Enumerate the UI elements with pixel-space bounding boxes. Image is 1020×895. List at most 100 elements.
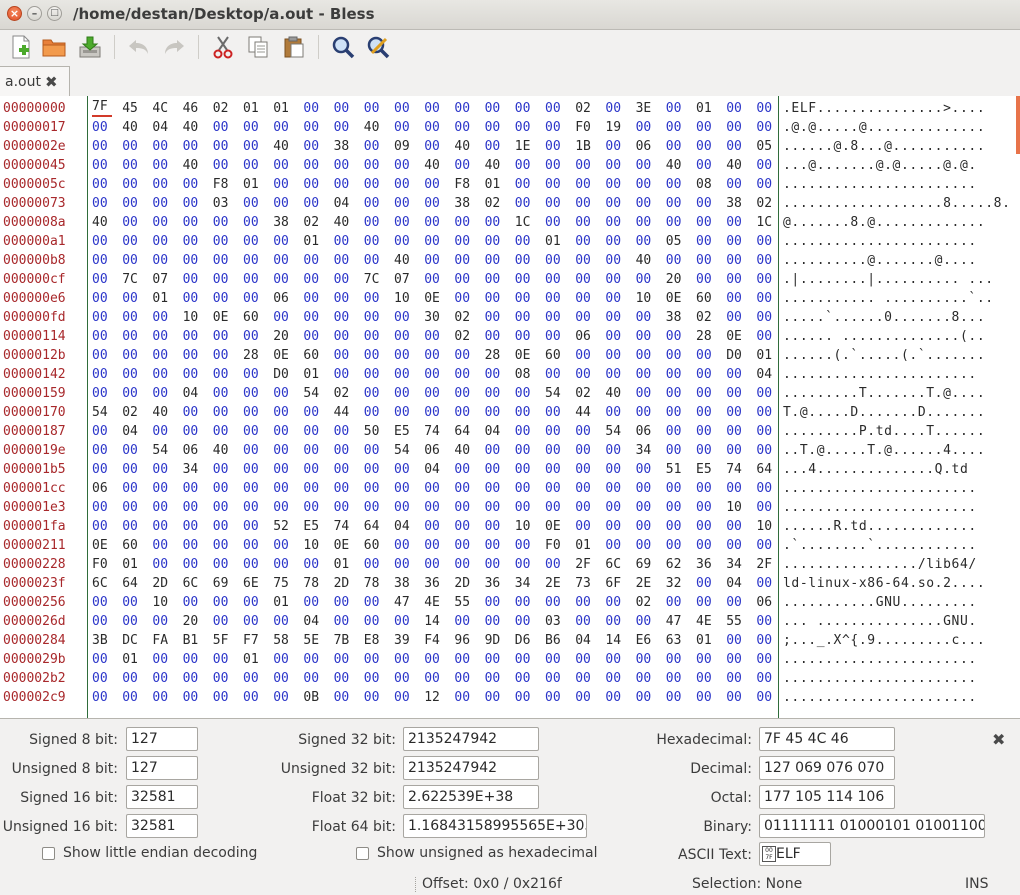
hex-byte[interactable]: 00 [364, 156, 384, 175]
hex-byte[interactable]: 00 [756, 384, 776, 403]
hex-byte[interactable]: 00 [605, 213, 625, 232]
hex-byte[interactable]: 04 [303, 612, 323, 631]
hex-byte[interactable]: F0 [575, 118, 595, 137]
hex-byte[interactable]: 00 [122, 593, 142, 612]
hexadecimal-field[interactable]: 7F 45 4C 46 [759, 727, 895, 751]
hex-byte[interactable]: 00 [756, 574, 776, 593]
hex-byte[interactable]: 00 [92, 669, 112, 688]
hex-byte[interactable]: 2D [152, 574, 172, 593]
hex-byte[interactable]: 10 [303, 536, 323, 555]
hex-byte[interactable]: 00 [364, 479, 384, 498]
paste-button[interactable] [280, 33, 308, 61]
hex-byte[interactable]: 00 [605, 403, 625, 422]
hex-row[interactable]: 7F 45 4C 46 02 01 01 00 00 00 00 00 00 00 00 00 02 00 3E 00… [92, 99, 777, 118]
hex-byte[interactable]: 03 [213, 194, 233, 213]
hex-byte[interactable]: 00 [726, 213, 746, 232]
hex-byte[interactable]: 00 [515, 156, 535, 175]
hex-byte[interactable]: 00 [756, 669, 776, 688]
hex-byte[interactable]: 00 [485, 118, 505, 137]
hex-byte[interactable]: 7C [364, 270, 384, 289]
hex-byte[interactable]: 00 [605, 251, 625, 270]
hex-byte[interactable]: 00 [183, 365, 203, 384]
hex-byte[interactable]: 00 [485, 270, 505, 289]
hex-byte[interactable]: 00 [485, 688, 505, 707]
hex-row[interactable]: 00 7C 07 00 00 00 00 00 00 7C 07 00 00 00 00 00 00 00 00 20… [92, 270, 777, 289]
hex-byte[interactable]: 00 [696, 403, 716, 422]
hex-byte[interactable]: 00 [243, 498, 263, 517]
hex-byte[interactable]: 00 [273, 384, 293, 403]
hex-byte[interactable]: 1E [515, 137, 535, 156]
hex-byte[interactable]: 64 [756, 460, 776, 479]
hex-byte[interactable]: 00 [726, 517, 746, 536]
hex-byte[interactable]: 00 [454, 213, 474, 232]
hex-byte[interactable]: 00 [303, 308, 323, 327]
hex-byte[interactable]: 00 [454, 403, 474, 422]
hex-byte[interactable]: 05 [756, 137, 776, 156]
hex-byte[interactable]: 00 [273, 422, 293, 441]
hex-byte[interactable]: 00 [545, 118, 565, 137]
hex-byte[interactable]: 00 [515, 99, 535, 118]
ascii-row[interactable]: T.@.....D.......D....... [783, 403, 1011, 422]
hex-byte[interactable]: 62 [666, 555, 686, 574]
hex-byte[interactable]: 00 [454, 460, 474, 479]
hex-byte[interactable]: 00 [485, 593, 505, 612]
hex-byte[interactable]: 00 [666, 327, 686, 346]
hex-byte[interactable]: 00 [666, 384, 686, 403]
hex-byte[interactable]: 00 [605, 194, 625, 213]
hex-byte[interactable]: 00 [605, 612, 625, 631]
hex-byte[interactable]: 2F [756, 555, 776, 574]
hex-byte[interactable]: 40 [213, 441, 233, 460]
hex-byte[interactable]: 00 [636, 460, 656, 479]
hex-byte[interactable]: 00 [424, 517, 444, 536]
hex-byte[interactable]: 00 [756, 441, 776, 460]
hex-byte[interactable]: 14 [424, 612, 444, 631]
hex-byte[interactable]: 40 [454, 137, 474, 156]
hex-byte[interactable]: 19 [605, 118, 625, 137]
hex-byte[interactable]: 01 [243, 650, 263, 669]
hex-byte[interactable]: 00 [696, 346, 716, 365]
hex-byte[interactable]: 00 [575, 194, 595, 213]
hex-byte[interactable]: 04 [726, 574, 746, 593]
ascii-text-field[interactable]: 00 7F ELF [759, 842, 831, 866]
hex-byte[interactable]: 00 [424, 118, 444, 137]
hex-byte[interactable]: 00 [454, 365, 474, 384]
hex-byte[interactable]: 00 [303, 669, 323, 688]
ascii-row[interactable]: ....................... [783, 650, 1011, 669]
hex-byte[interactable]: 00 [273, 669, 293, 688]
hex-byte[interactable]: 00 [696, 498, 716, 517]
hex-byte[interactable]: 00 [696, 593, 716, 612]
hex-byte[interactable]: 00 [485, 669, 505, 688]
hex-byte[interactable]: 00 [243, 593, 263, 612]
hex-byte[interactable]: 00 [273, 156, 293, 175]
hex-byte[interactable]: 6C [183, 574, 203, 593]
hex-byte[interactable]: 00 [545, 403, 565, 422]
hex-byte[interactable]: 00 [424, 194, 444, 213]
hex-byte[interactable]: 00 [696, 422, 716, 441]
hex-byte[interactable]: 7B [334, 631, 354, 650]
hex-byte[interactable]: 00 [394, 99, 414, 118]
hex-byte[interactable]: 08 [696, 175, 716, 194]
ascii-row[interactable]: ........... ..........`.. [783, 289, 1011, 308]
hex-byte[interactable]: 00 [515, 555, 535, 574]
hex-byte[interactable]: 00 [394, 346, 414, 365]
hex-byte[interactable]: 7C [122, 270, 142, 289]
hex-byte[interactable]: 00 [334, 669, 354, 688]
hex-byte[interactable]: 00 [756, 232, 776, 251]
hex-byte[interactable]: 20 [183, 612, 203, 631]
hex-byte[interactable]: 00 [303, 289, 323, 308]
hex-byte[interactable]: 00 [666, 194, 686, 213]
hex-byte[interactable]: 54 [303, 384, 323, 403]
hex-byte[interactable]: 00 [575, 270, 595, 289]
hex-row[interactable]: 00 00 00 00 00 00 D0 01 00 00 00 00 00 00 08 00 00 00 00 00… [92, 365, 777, 384]
hex-row[interactable]: 00 00 00 00 00 00 00 00 00 00 00 00 00 00 00 00 00 00 00 00… [92, 498, 777, 517]
hex-byte[interactable]: 74 [726, 460, 746, 479]
hex-byte[interactable]: 00 [605, 232, 625, 251]
hex-byte[interactable]: 00 [636, 175, 656, 194]
hex-byte[interactable]: 00 [243, 137, 263, 156]
hex-byte[interactable]: 00 [756, 289, 776, 308]
hex-byte[interactable]: 00 [364, 498, 384, 517]
hex-byte[interactable]: 00 [424, 346, 444, 365]
hex-byte[interactable]: 00 [152, 365, 172, 384]
hex-byte[interactable]: 00 [515, 118, 535, 137]
hex-byte[interactable]: 04 [183, 384, 203, 403]
